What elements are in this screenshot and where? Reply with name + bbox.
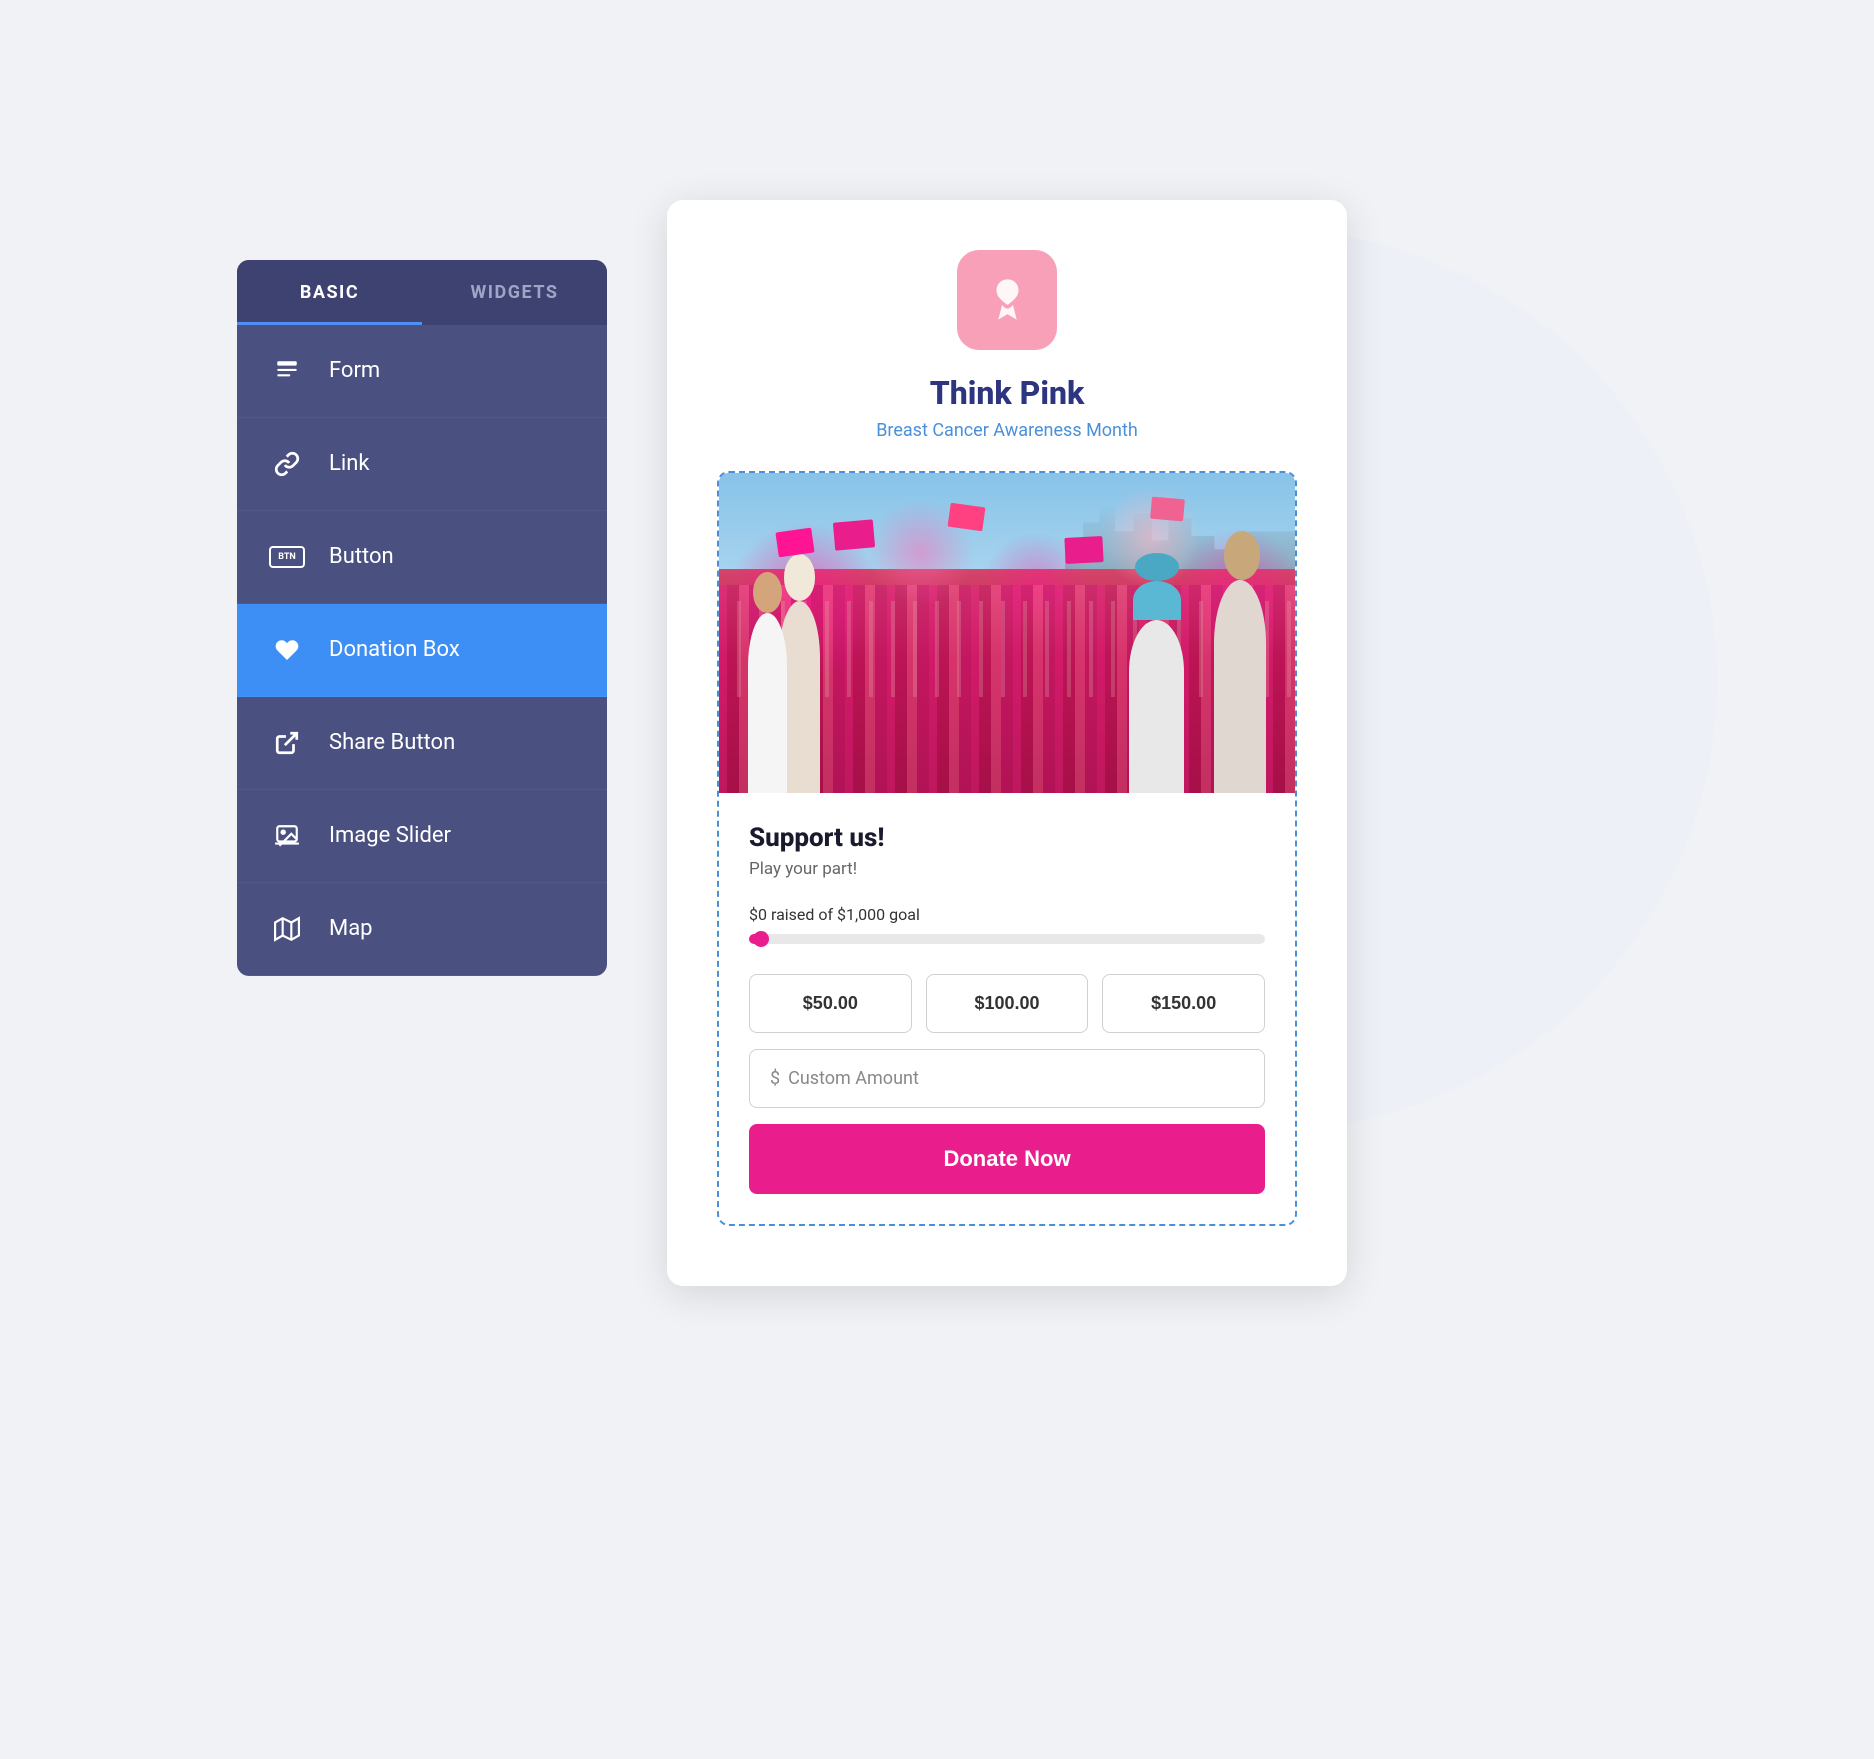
- support-subtitle: Play your part!: [749, 859, 1265, 879]
- card-header: Think Pink Breast Cancer Awareness Month: [717, 250, 1297, 441]
- sidebar-item-button[interactable]: BTN Button: [237, 511, 607, 604]
- sidebar-item-share-button[interactable]: Share Button: [237, 697, 607, 790]
- amount-buttons: $50.00 $100.00 $150.00: [749, 974, 1265, 1033]
- heart-icon: [267, 630, 307, 670]
- progress-bar-fill: [749, 934, 764, 944]
- amount-btn-100[interactable]: $100.00: [926, 974, 1089, 1033]
- map-icon: [267, 909, 307, 949]
- button-icon: BTN: [267, 537, 307, 577]
- tab-basic[interactable]: BASIC: [237, 260, 422, 325]
- share-icon: [267, 723, 307, 763]
- custom-amount-field[interactable]: $ Custom Amount: [749, 1049, 1265, 1108]
- card-title: Think Pink: [930, 374, 1085, 412]
- main-container: BASIC WIDGETS Form: [237, 180, 1637, 1580]
- donation-box-area: Support us! Play your part! $0 raised of…: [717, 471, 1297, 1226]
- sidebar-item-donation-box[interactable]: Donation Box: [237, 604, 607, 697]
- ribbon-icon-wrapper: [957, 250, 1057, 350]
- donation-image: [719, 473, 1295, 793]
- image-slider-icon: [267, 816, 307, 856]
- sidebar-item-image-slider[interactable]: Image Slider: [237, 790, 607, 883]
- amount-btn-50[interactable]: $50.00: [749, 974, 912, 1033]
- support-title: Support us!: [749, 823, 1265, 853]
- ribbon-icon: [980, 272, 1035, 327]
- sidebar-item-form[interactable]: Form: [237, 325, 607, 418]
- card-subtitle: Breast Cancer Awareness Month: [876, 420, 1138, 441]
- progress-label: $0 raised of $1,000 goal: [749, 905, 1265, 924]
- content-card: Think Pink Breast Cancer Awareness Month: [667, 200, 1347, 1286]
- form-icon: [267, 351, 307, 391]
- sidebar-item-link[interactable]: Link: [237, 418, 607, 511]
- custom-amount-placeholder: Custom Amount: [788, 1068, 919, 1089]
- amount-btn-150[interactable]: $150.00: [1102, 974, 1265, 1033]
- progress-bar-container: [749, 934, 1265, 944]
- link-icon: [267, 444, 307, 484]
- tab-widgets[interactable]: WIDGETS: [422, 260, 607, 325]
- donate-now-button[interactable]: Donate Now: [749, 1124, 1265, 1194]
- sidebar: BASIC WIDGETS Form: [237, 260, 607, 976]
- dollar-sign: $: [770, 1068, 780, 1089]
- sidebar-item-map[interactable]: Map: [237, 883, 607, 976]
- sidebar-tabs: BASIC WIDGETS: [237, 260, 607, 325]
- donation-content: Support us! Play your part! $0 raised of…: [719, 793, 1295, 1224]
